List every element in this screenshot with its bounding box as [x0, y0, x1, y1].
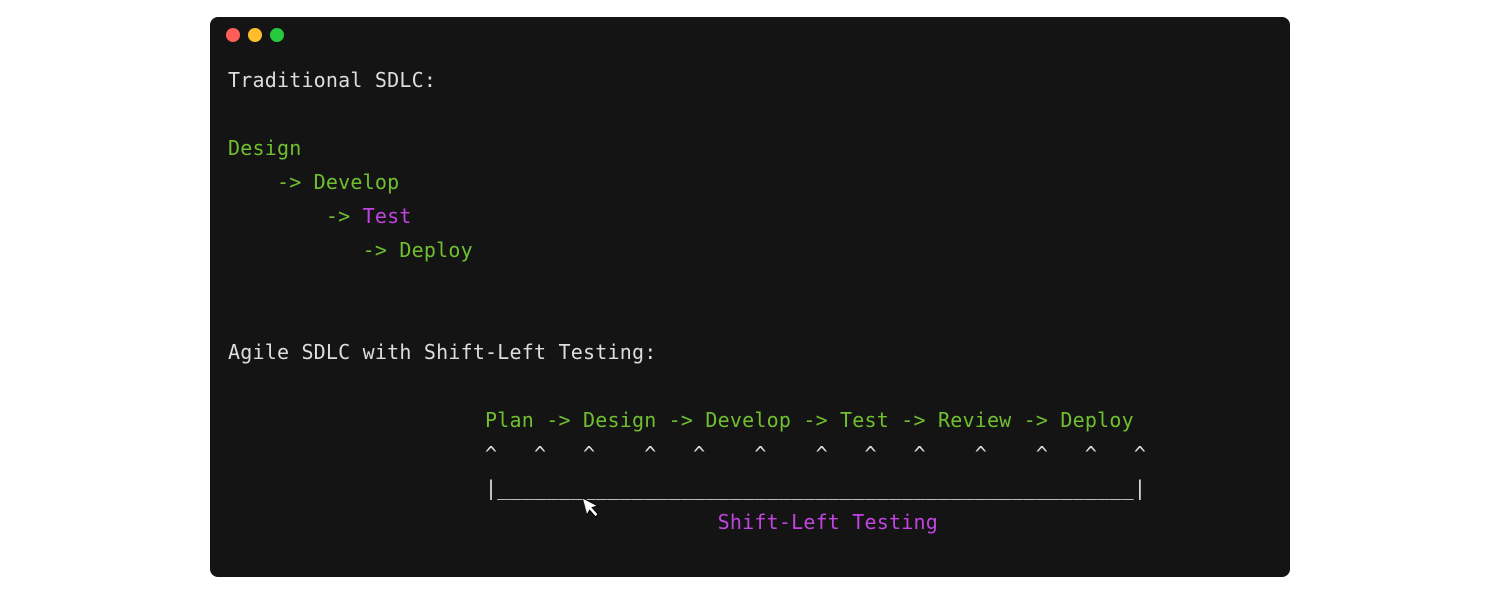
section2-carets: ^ ^ ^ ^ ^ ^ ^ ^ ^ ^ ^ ^ ^: [228, 442, 1146, 466]
section1-line-test-prefix: ->: [228, 204, 363, 228]
section2-flow: Plan -> Design -> Develop -> Test -> Rev…: [228, 408, 1134, 432]
section1-line-test: Test: [363, 204, 412, 228]
terminal-window: Traditional SDLC: Design -> Develop -> T…: [210, 17, 1290, 577]
section1-title: Traditional SDLC:: [228, 68, 436, 92]
section1-line-deploy: -> Deploy: [228, 238, 473, 262]
section1-line-design: Design: [228, 136, 301, 160]
terminal-body: Traditional SDLC: Design -> Develop -> T…: [210, 53, 1290, 549]
section2-underline: |_______________________________________…: [228, 476, 1146, 500]
close-icon[interactable]: [226, 28, 240, 42]
section1-line-develop: -> Develop: [228, 170, 399, 194]
minimize-icon[interactable]: [248, 28, 262, 42]
maximize-icon[interactable]: [270, 28, 284, 42]
section2-label: Shift-Left Testing: [228, 510, 938, 534]
section2-title: Agile SDLC with Shift-Left Testing:: [228, 340, 656, 364]
title-bar: [210, 17, 1290, 53]
